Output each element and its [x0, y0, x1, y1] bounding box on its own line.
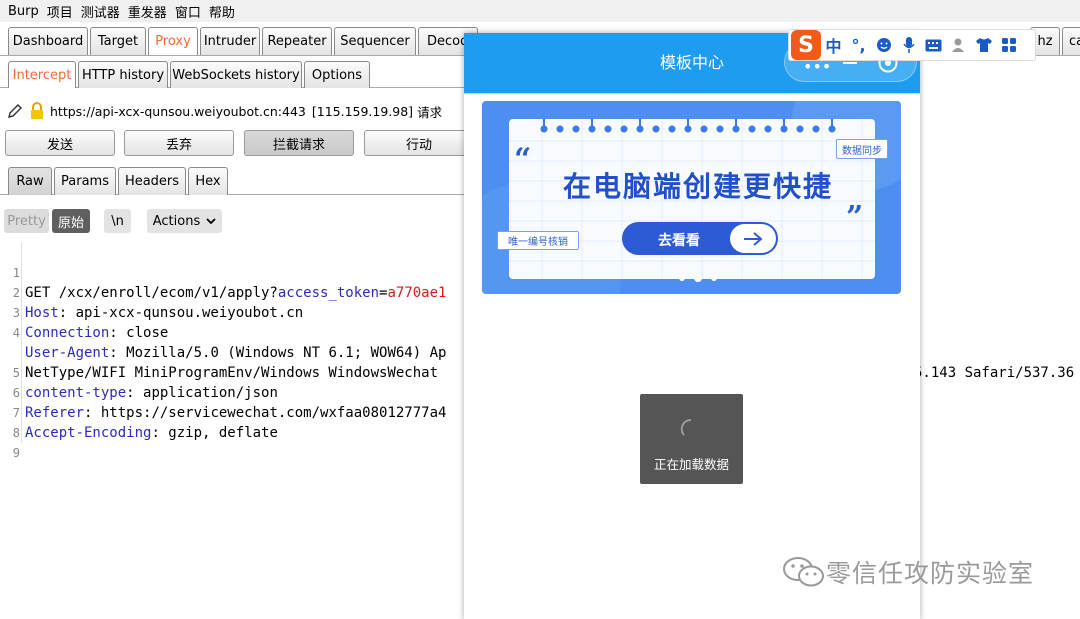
tab-raw[interactable]: Raw — [8, 167, 52, 195]
skin-shirt-icon[interactable] — [971, 32, 996, 58]
minimize-icon[interactable] — [843, 62, 857, 64]
miniprogram-window: 模板中心 ••• “ ” 在电脑端创建更快捷 数据同步 唯一编号核销 去看看 正… — [464, 33, 920, 619]
watermark-text: 零信任攻防实验室 — [826, 559, 1035, 588]
tab-target[interactable]: Target — [90, 27, 146, 55]
proxy-sub-tab-bar: Intercept HTTP history WebSockets histor… — [0, 58, 470, 88]
tab-repeater[interactable]: Repeater — [262, 27, 332, 55]
forward-button[interactable]: 发送 — [5, 130, 115, 156]
chevron-down-icon — [206, 217, 216, 225]
tab-intercept[interactable]: Intercept — [8, 61, 76, 88]
request-suffix: 请求 — [417, 104, 443, 120]
menu-help[interactable]: 帮助 — [205, 2, 239, 21]
actions-dropdown[interactable]: Actions — [147, 209, 222, 233]
loading-toast: 正在加载数据 — [640, 394, 743, 484]
tab-http-history[interactable]: HTTP history — [78, 61, 168, 88]
ime-status-bar: S 中 °, — [788, 29, 1036, 61]
tab-extension-ca[interactable]: ca — [1062, 27, 1080, 55]
go-see-label: 去看看 — [658, 233, 700, 249]
toolbox-grid-icon[interactable] — [996, 32, 1021, 58]
message-editor-tabs: Raw Params Headers Hex — [0, 165, 470, 195]
loading-text: 正在加载数据 — [653, 457, 729, 472]
tab-options[interactable]: Options — [304, 61, 370, 88]
tag-data-sync: 数据同步 — [836, 139, 888, 159]
newline-toggle-button[interactable]: \n — [104, 209, 131, 233]
tab-params[interactable]: Params — [54, 167, 116, 195]
tab-headers[interactable]: Headers — [118, 167, 186, 195]
microphone-icon[interactable] — [896, 32, 921, 58]
keyboard-icon[interactable] — [921, 32, 946, 58]
request-url: https://api-xcx-qunsou.weiyoubot.cn:443 — [50, 103, 306, 119]
menu-window[interactable]: 窗口 — [171, 2, 205, 21]
watermark: 零信任攻防实验室 — [782, 552, 1034, 592]
chinese-mode-toggle[interactable]: 中 — [821, 32, 846, 58]
arrow-right-icon — [730, 224, 776, 253]
svg-text:”: ” — [846, 200, 863, 235]
menu-bar: Burp 项目 测试器 重发器 窗口 帮助 — [0, 0, 1080, 22]
emoji-icon[interactable] — [871, 32, 896, 58]
menu-intruder[interactable]: 测试器 — [77, 2, 124, 21]
intercept-toggle-button[interactable]: 拦截请求 — [244, 130, 354, 156]
header-divider — [464, 93, 920, 94]
user-icon[interactable] — [946, 32, 971, 58]
go-see-button[interactable]: 去看看 — [622, 222, 778, 255]
message-toolbar: Pretty 原始 \n Actions — [0, 205, 470, 235]
tab-websockets-history[interactable]: WebSockets history — [170, 61, 302, 88]
request-ip: [115.159.19.98] — [311, 103, 414, 119]
raw-button[interactable]: 原始 — [52, 209, 90, 233]
loading-spinner-icon — [680, 418, 702, 444]
actions-label: Actions — [152, 213, 201, 229]
drop-button[interactable]: 丢弃 — [124, 130, 234, 156]
pencil-icon[interactable] — [4, 100, 26, 122]
tab-hex[interactable]: Hex — [188, 167, 228, 195]
sogou-logo-icon[interactable]: S — [791, 30, 821, 60]
request-target-row: https://api-xcx-qunsou.weiyoubot.cn:443 … — [0, 98, 470, 124]
promo-banner[interactable]: “ ” 在电脑端创建更快捷 数据同步 唯一编号核销 去看看 — [482, 101, 901, 294]
tab-sequencer[interactable]: Sequencer — [334, 27, 416, 55]
menu-burp[interactable]: Burp — [4, 4, 43, 19]
wechat-logo-icon — [783, 557, 824, 587]
pretty-button[interactable]: Pretty — [4, 209, 49, 233]
banner-headline: 在电脑端创建更快捷 — [562, 170, 833, 203]
tab-proxy[interactable]: Proxy — [148, 27, 198, 55]
menu-repeater[interactable]: 重发器 — [124, 2, 171, 21]
tag-unique-verify: 唯一编号核销 — [497, 231, 579, 250]
menu-project[interactable]: 项目 — [43, 2, 77, 21]
tab-dashboard[interactable]: Dashboard — [8, 27, 88, 55]
punctuation-icon[interactable]: °, — [846, 32, 871, 58]
svg-text:“: “ — [514, 142, 531, 177]
lock-icon — [26, 100, 48, 122]
action-button[interactable]: 行动 — [364, 130, 474, 156]
tab-intruder[interactable]: Intruder — [200, 27, 260, 55]
